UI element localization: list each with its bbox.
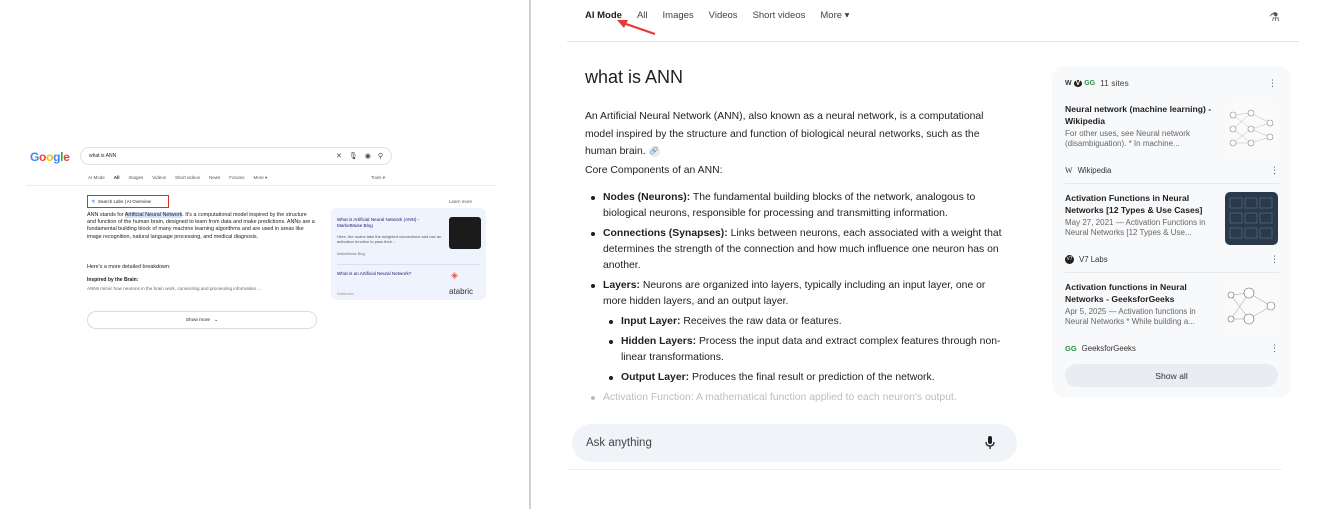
source-site: Databricks xyxy=(337,292,354,296)
flask-icon: ⚗ xyxy=(91,198,96,204)
chevron-down-icon: ⌄ xyxy=(214,317,219,323)
breakdown-heading: Here's a more detailed breakdown: xyxy=(87,264,171,270)
source-item[interactable]: Activation Functions in Neural Networks … xyxy=(1065,192,1279,264)
list-item: Nodes (Neurons): The fundamental buildin… xyxy=(585,190,1005,222)
geeksforgeeks-icon: GG xyxy=(1065,344,1077,353)
list-item: Connections (Synapses): Links between ne… xyxy=(585,226,1005,273)
divider xyxy=(337,264,480,265)
wikipedia-icon: W xyxy=(1065,166,1073,175)
tab-more[interactable]: More ▾ xyxy=(254,175,268,181)
overview-source-card[interactable]: What is Artificial Neural Network (ANN) … xyxy=(331,208,486,300)
google-logo[interactable]: Google xyxy=(30,150,70,164)
list-subitem: Input Layer: Receives the raw data or fe… xyxy=(585,314,1005,330)
source-desc: For other uses, see Neural network (disa… xyxy=(1065,128,1190,149)
tab-forums[interactable]: Forums xyxy=(229,175,244,181)
core-heading: Core Components of an ANN: xyxy=(585,165,723,176)
source-thumbnail[interactable] xyxy=(449,217,481,249)
source-title[interactable]: Activation functions in Neural Networks … xyxy=(1065,281,1217,306)
tab-ai-mode[interactable]: AI Mode xyxy=(88,175,105,181)
list-subitem: Hidden Layers: Process the input data an… xyxy=(585,334,1005,366)
link-icon[interactable]: 🔗 xyxy=(648,145,660,157)
neural-net-diagram-thumbnail[interactable] xyxy=(1225,281,1278,334)
tab-all[interactable]: All xyxy=(114,175,120,181)
divider xyxy=(26,185,496,186)
red-arrow-annotation xyxy=(617,20,656,36)
ask-placeholder[interactable]: Ask anything xyxy=(586,437,985,449)
ai-overview-text: ANN stands for Artificial Neural Network… xyxy=(87,212,315,240)
list-item: Layers: Neurons are organized into layer… xyxy=(585,278,1005,310)
databricks-logo-icon: ◈ xyxy=(451,270,458,280)
source-title[interactable]: Neural network (machine learning) - Wiki… xyxy=(1065,103,1217,128)
search-box[interactable]: what is ANN ✕ 🎙 ◉ ⚲ xyxy=(80,147,392,165)
neural-net-thumbnail[interactable] xyxy=(1225,103,1278,156)
search-tabs: AI Mode All Images Videos Short videos N… xyxy=(88,175,267,181)
ask-input[interactable]: Ask anything xyxy=(572,424,1017,462)
ai-overview-label[interactable]: ⚗ Search Labs | AI Overview xyxy=(87,195,169,208)
list-item: Activation Function: A mathematical func… xyxy=(585,390,1005,406)
mic-icon[interactable]: 🎙 xyxy=(349,152,358,160)
more-options-icon[interactable]: ⋮ xyxy=(1270,343,1279,354)
source-title[interactable]: What is Artificial Neural Network (ANN) … xyxy=(337,217,445,229)
inspired-heading: Inspired by the Brain: xyxy=(87,277,139,283)
learn-more-link[interactable]: Learn more xyxy=(449,199,472,204)
query-title: what is ANN xyxy=(585,67,684,87)
divider xyxy=(1065,272,1279,273)
search-icon[interactable]: ⚲ xyxy=(378,152,383,160)
inspired-text: ANNs mimic how neurons in the brain work… xyxy=(87,286,262,291)
tab-more[interactable]: More ▾ xyxy=(820,10,849,21)
sources-panel: W V GG 11 sites ⋮ Neural network (machin… xyxy=(1052,66,1291,397)
source-site: GG GeeksforGeeks xyxy=(1065,344,1136,353)
mic-icon[interactable] xyxy=(985,436,995,450)
source-site: W Wikipedia xyxy=(1065,166,1112,175)
source-item[interactable]: Neural network (machine learning) - Wiki… xyxy=(1065,103,1279,175)
more-options-icon[interactable]: ⋮ xyxy=(1270,254,1279,265)
source-site: MarketMuse Blog xyxy=(337,252,365,256)
show-more-button[interactable]: Show more ⌄ xyxy=(87,311,317,329)
labs-flask-icon[interactable]: ⚗ xyxy=(1269,10,1280,24)
source-desc: Here, the nodes take the weighted connec… xyxy=(337,234,442,244)
tab-short-videos[interactable]: Short videos xyxy=(175,175,200,181)
source-item[interactable]: Activation functions in Neural Networks … xyxy=(1065,281,1279,353)
source-favicons-icon: W V GG xyxy=(1065,79,1096,87)
more-options-icon[interactable]: ⋮ xyxy=(1268,78,1277,89)
tab-news[interactable]: News xyxy=(209,175,220,181)
source-title[interactable]: What is an Artificial Neural Network? xyxy=(337,271,411,276)
right-panel: AI Mode All Images Videos Short videos M… xyxy=(531,0,1329,509)
divider xyxy=(567,41,1299,42)
tab-images[interactable]: Images xyxy=(663,10,694,21)
activation-functions-thumbnail[interactable] xyxy=(1225,192,1278,245)
v7-labs-icon: V7 xyxy=(1065,255,1074,264)
camera-icon[interactable]: ◉ xyxy=(365,152,371,160)
databricks-brand: atabric xyxy=(449,287,474,296)
more-options-icon[interactable]: ⋮ xyxy=(1270,165,1279,176)
sources-header: W V GG 11 sites xyxy=(1065,78,1129,88)
show-all-button[interactable]: Show all xyxy=(1065,364,1278,387)
answer-list: Nodes (Neurons): The fundamental buildin… xyxy=(585,190,1005,410)
tab-short-videos[interactable]: Short videos xyxy=(753,10,806,21)
left-panel: Google what is ANN ✕ 🎙 ◉ ⚲ AI Mode All I… xyxy=(0,0,530,509)
search-input[interactable]: what is ANN xyxy=(89,153,329,159)
answer-intro: An Artificial Neural Network (ANN), also… xyxy=(585,111,984,158)
tab-images[interactable]: Images xyxy=(129,175,144,181)
source-desc: Apr 5, 2025 — Activation functions in Ne… xyxy=(1065,306,1196,327)
source-title[interactable]: Activation Functions in Neural Networks … xyxy=(1065,192,1217,217)
clear-icon[interactable]: ✕ xyxy=(336,152,342,160)
tools-button[interactable]: Tools ▾ xyxy=(371,175,385,181)
source-site: V7 V7 Labs xyxy=(1065,255,1108,264)
list-subitem: Output Layer: Produces the final result … xyxy=(585,370,1005,386)
tab-videos[interactable]: Videos xyxy=(152,175,166,181)
divider xyxy=(1065,183,1279,184)
source-desc: May 27, 2021 — Activation Functions in N… xyxy=(1065,217,1206,238)
divider xyxy=(567,469,1282,470)
tab-videos[interactable]: Videos xyxy=(709,10,738,21)
